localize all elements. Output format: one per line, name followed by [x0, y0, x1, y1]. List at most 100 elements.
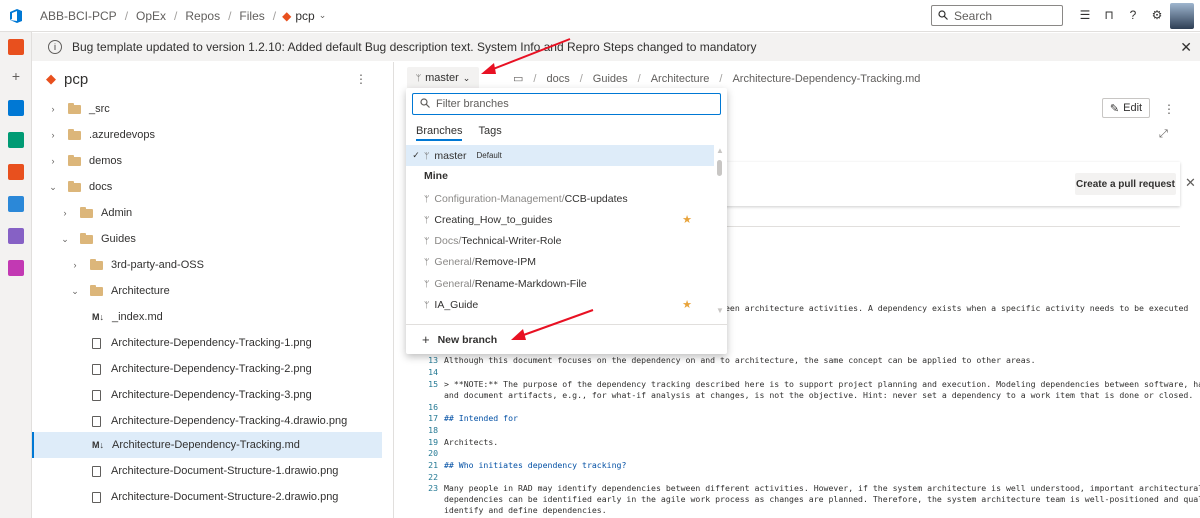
- overview-icon[interactable]: [8, 100, 24, 116]
- branch-icon: ᛘ: [415, 73, 422, 83]
- branch-icon: ᛘ: [424, 235, 430, 246]
- branch-icon: ᛘ: [424, 150, 430, 161]
- branch-item[interactable]: ᛘ General/Rename-Markdown-File: [406, 273, 714, 294]
- avatar[interactable]: [1170, 3, 1194, 29]
- breadcrumb-repo-selector[interactable]: ◆ pcp ⌄: [276, 9, 332, 23]
- tree-file[interactable]: Architecture-Document-Structure-2.drawio…: [92, 484, 338, 510]
- tree-file[interactable]: Architecture-Document-Structure-1.drawio…: [92, 458, 338, 484]
- breadcrumb-project[interactable]: OpEx: [128, 9, 174, 23]
- edit-button[interactable]: ✎ Edit: [1102, 98, 1150, 118]
- favorite-star-icon[interactable]: ★: [682, 213, 692, 226]
- tree-file[interactable]: Architecture-Dependency-Tracking-1.png: [92, 330, 312, 356]
- tree-file[interactable]: Architecture-Dependency-Tracking-3.png: [92, 382, 312, 408]
- branch-item[interactable]: ᛘ General/Remove-IPM: [406, 251, 714, 272]
- repos-icon[interactable]: [8, 164, 24, 180]
- tree-file[interactable]: Architecture-Dependency-Tracking-2.png: [92, 356, 312, 382]
- tree-node-label: Architecture-Document-Structure-2.drawio…: [111, 491, 339, 503]
- branch-label: master: [434, 149, 467, 162]
- branch-icon: ᛘ: [424, 299, 430, 310]
- tab-branches[interactable]: Branches: [416, 125, 463, 141]
- line-number: 22: [428, 472, 438, 482]
- favorite-star-icon[interactable]: ★: [682, 298, 692, 311]
- add-icon[interactable]: +: [8, 68, 24, 84]
- file-icon: [92, 465, 101, 477]
- shopping-bag-icon[interactable]: ⊓: [1102, 6, 1116, 24]
- branch-label: Creating_How_to_guides: [434, 213, 553, 226]
- code-line: and document artifacts, e.g., for what-i…: [420, 390, 1193, 400]
- chevron-right-icon: ›: [63, 208, 67, 218]
- breadcrumb-repos[interactable]: Repos: [177, 9, 228, 23]
- dropdown-scrollbar[interactable]: ▲ ▼: [715, 146, 725, 316]
- tree-node-label: .azuredevops: [89, 129, 156, 141]
- azure-devops-logo-icon[interactable]: [0, 0, 32, 32]
- path-segment[interactable]: Guides: [593, 73, 628, 85]
- tab-tags[interactable]: Tags: [478, 125, 501, 141]
- expand-icon[interactable]: ⤢: [1159, 128, 1168, 141]
- task-list-icon[interactable]: ☰: [1078, 6, 1092, 24]
- scroll-thumb[interactable]: [717, 160, 722, 176]
- code-text: and document artifacts, e.g., for what-i…: [444, 390, 1194, 400]
- default-badge: Default: [476, 151, 502, 160]
- code-line: 15 > **NOTE:** The purpose of the depende…: [420, 379, 1200, 389]
- help-icon[interactable]: ?: [1126, 6, 1140, 24]
- path-segment[interactable]: Architecture: [651, 73, 710, 85]
- tree-node-label: Admin: [101, 207, 133, 219]
- branch-item[interactable]: ᛘ Configuration-Management/CCB-updates: [406, 188, 714, 209]
- path-separator: /: [637, 72, 641, 85]
- search-box[interactable]: Search: [931, 5, 1063, 26]
- artifacts-icon[interactable]: [8, 260, 24, 276]
- file-tree: ◆ pcp ⋮ › _src › .azuredevops › demos ⌄ …: [32, 62, 394, 518]
- git-repo-icon: ◆: [46, 71, 56, 86]
- user-settings-icon[interactable]: ⚙: [1150, 6, 1164, 24]
- branch-label: Remove-IPM: [474, 255, 536, 268]
- tree-node-label: 3rd-party-and-OSS: [111, 259, 204, 271]
- tree-folder[interactable]: › demos: [46, 148, 122, 174]
- branch-item-default[interactable]: ✓ ᛘ master Default: [406, 145, 714, 166]
- branch-prefix: General/: [434, 255, 475, 268]
- code-text: ## Who initiates dependency tracking?: [444, 460, 627, 470]
- more-options-icon[interactable]: ⋮: [355, 72, 367, 86]
- breadcrumb-files[interactable]: Files: [231, 9, 272, 23]
- close-icon[interactable]: ✕: [1185, 175, 1196, 191]
- breadcrumb-org[interactable]: ABB-BCI-PCP: [32, 9, 125, 23]
- tree-repo-name: pcp: [64, 70, 89, 88]
- tree-folder[interactable]: › _src: [46, 96, 110, 122]
- pipelines-icon[interactable]: [8, 196, 24, 212]
- branch-item[interactable]: ᛘ Creating_How_to_guides ★: [406, 209, 714, 230]
- filter-branches-input[interactable]: Filter branches: [412, 93, 721, 115]
- boards-icon[interactable]: [8, 132, 24, 148]
- more-options-icon[interactable]: ⋮: [1163, 102, 1175, 116]
- app-rail: +: [0, 32, 32, 518]
- org-icon[interactable]: [8, 39, 24, 55]
- info-banner: i Bug template updated to version 1.2.10…: [32, 33, 1200, 61]
- branch-label: Rename-Markdown-File: [474, 277, 587, 290]
- close-icon[interactable]: ✕: [1180, 39, 1192, 56]
- line-number: 19: [428, 437, 438, 447]
- branch-item[interactable]: ᛘ Docs/Technical-Writer-Role: [406, 230, 714, 251]
- tree-folder[interactable]: ⌄ docs: [46, 174, 112, 200]
- code-line: 21 ## Who initiates dependency tracking?: [420, 460, 626, 470]
- line-number: 17: [428, 413, 438, 423]
- tree-node-label: Architecture-Dependency-Tracking.md: [112, 439, 300, 451]
- tree-folder[interactable]: ⌄ Guides: [58, 226, 136, 252]
- branch-icon: ᛘ: [424, 193, 430, 204]
- tree-file[interactable]: M↓ _index.md: [92, 304, 163, 330]
- tree-node-label: Architecture-Dependency-Tracking-3.png: [111, 389, 312, 401]
- chevron-right-icon: ›: [73, 260, 77, 270]
- tree-file[interactable]: Architecture-Dependency-Tracking-4.drawi…: [92, 408, 347, 434]
- tree-folder[interactable]: ⌄ Architecture: [68, 278, 170, 304]
- test-plans-icon[interactable]: [8, 228, 24, 244]
- tree-file-selected[interactable]: M↓ Architecture-Dependency-Tracking.md: [32, 432, 382, 458]
- chevron-right-icon: ›: [51, 104, 55, 114]
- branch-icon: ᛘ: [424, 256, 430, 267]
- tree-folder[interactable]: › Admin: [58, 200, 132, 226]
- tree-folder[interactable]: › 3rd-party-and-OSS: [68, 252, 204, 278]
- tree-node-label: Architecture: [111, 285, 170, 297]
- create-pull-request-button[interactable]: Create a pull request: [1075, 173, 1176, 195]
- tree-folder[interactable]: › .azuredevops: [46, 122, 155, 148]
- branch-selector-button[interactable]: ᛘ master ⌄: [407, 67, 479, 89]
- scroll-down-icon[interactable]: ▼: [716, 306, 724, 315]
- path-segment[interactable]: Architecture-Dependency-Tracking.md: [732, 73, 920, 85]
- edit-label: Edit: [1123, 102, 1143, 114]
- scroll-up-icon[interactable]: ▲: [716, 146, 724, 155]
